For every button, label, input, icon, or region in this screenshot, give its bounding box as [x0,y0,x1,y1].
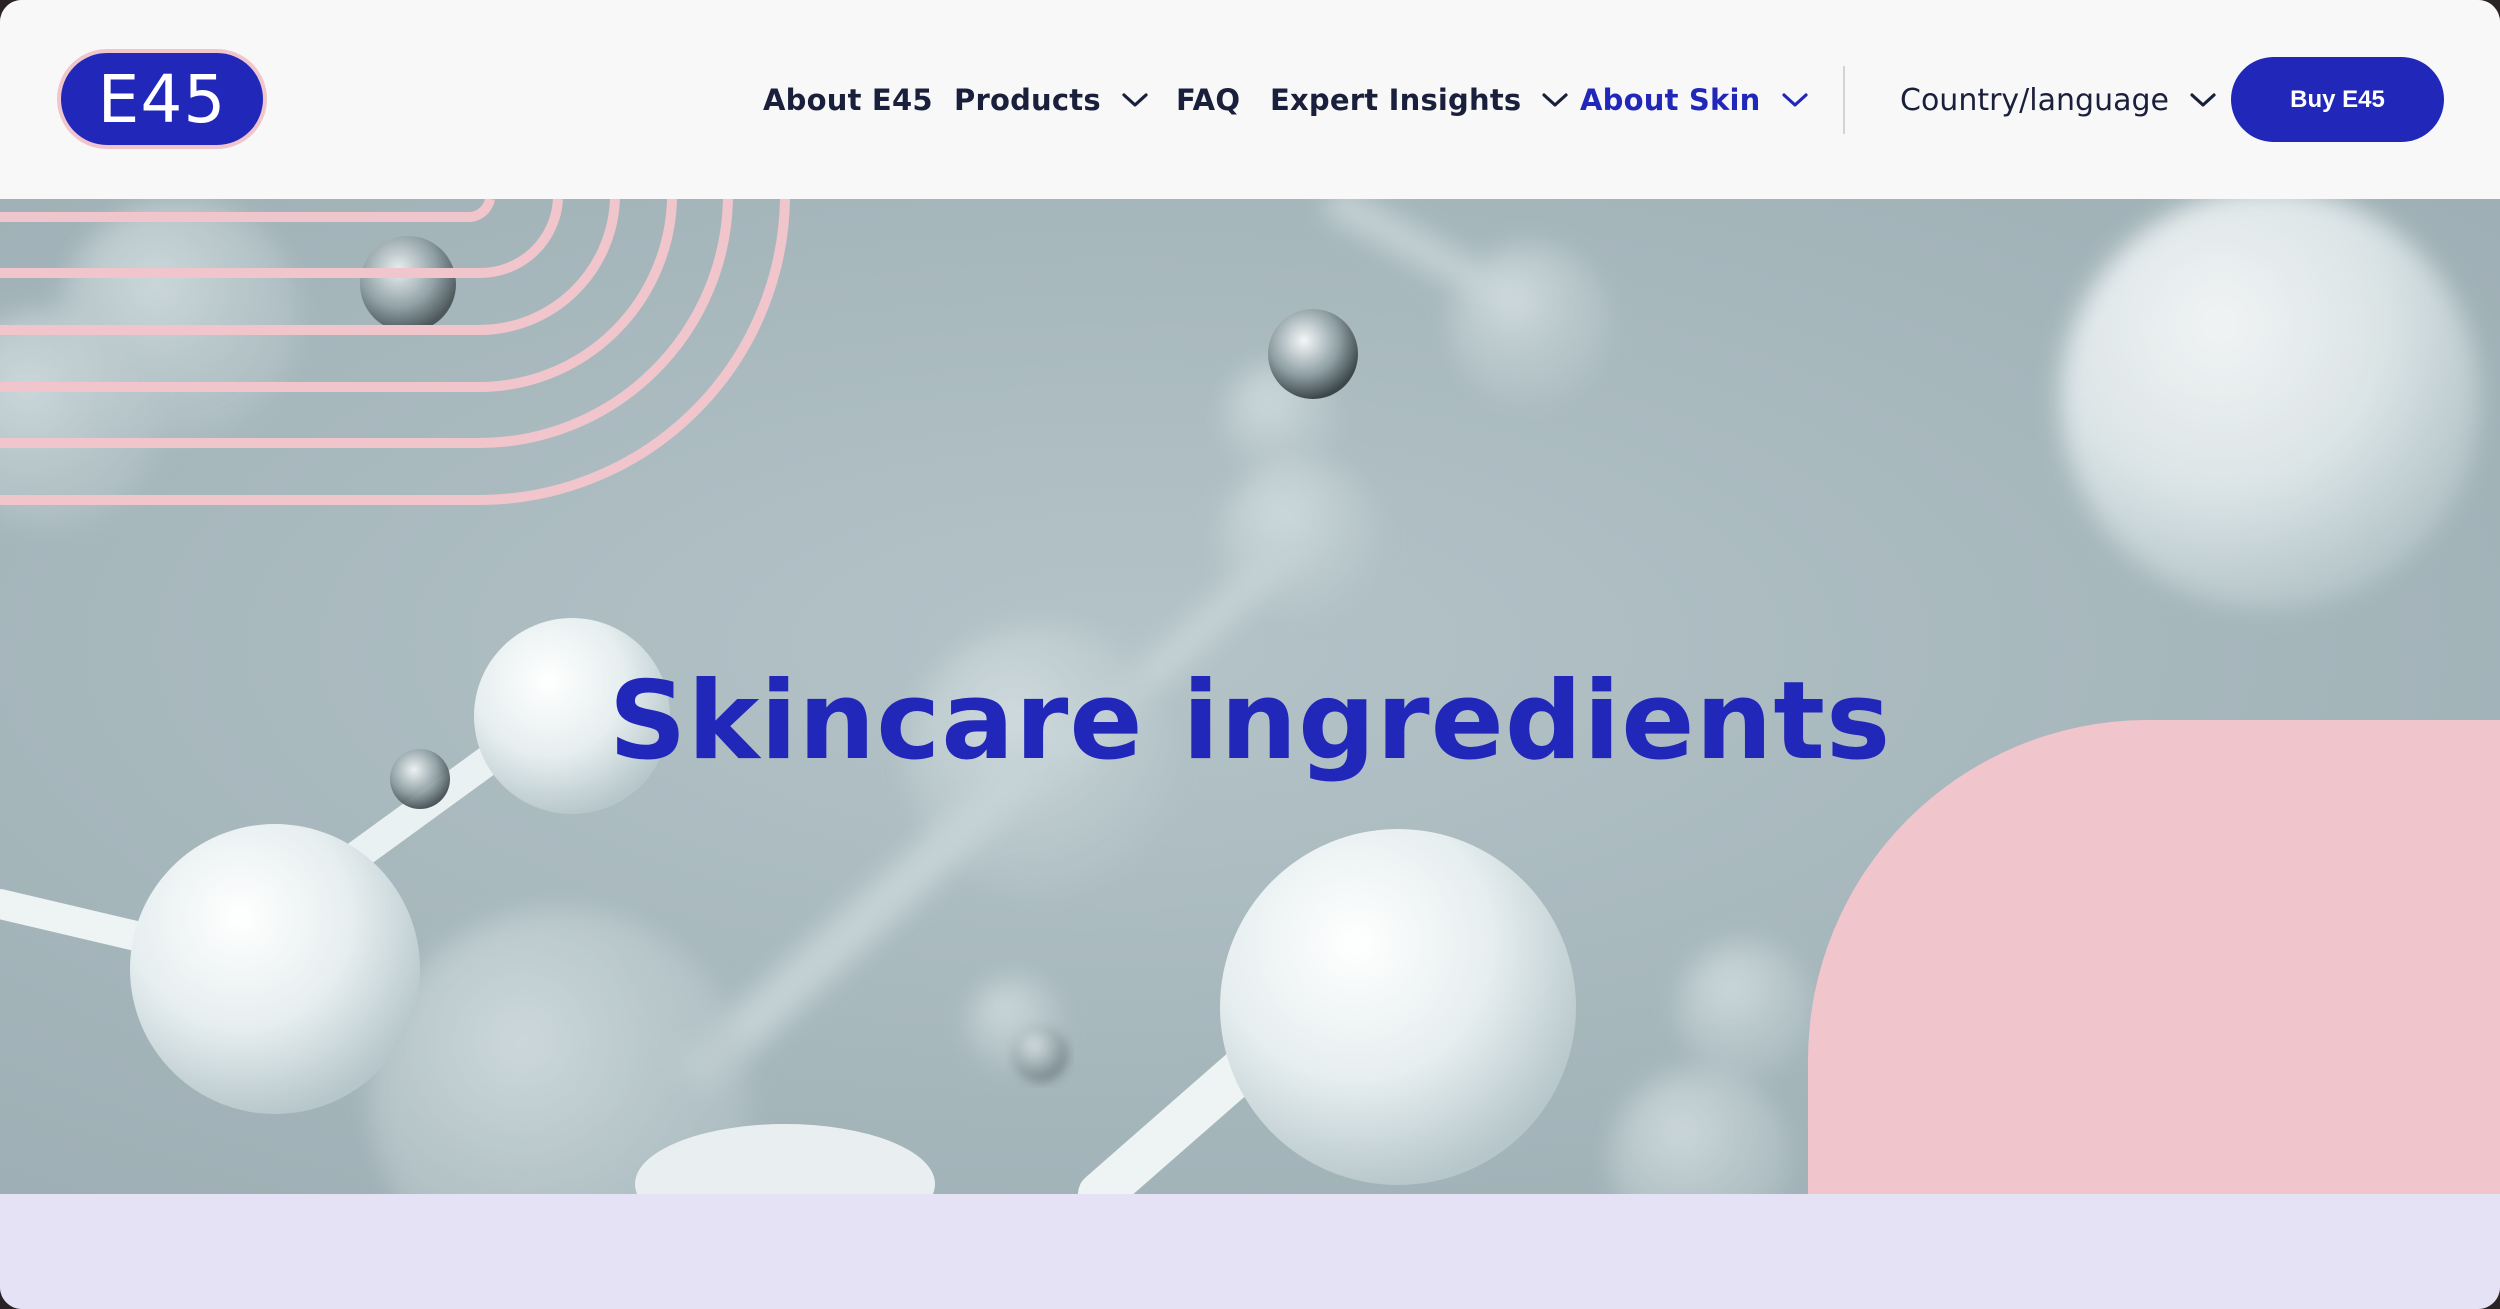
country-language-selector[interactable]: Country/language [1900,78,2217,122]
nav-about-e45-label: About E45 [763,83,933,117]
chevron-down-icon [1781,92,1809,108]
chevron-down-icon [1121,92,1149,108]
nav-about-skin-label: About Skin [1580,83,1761,117]
chevron-down-icon [1541,92,1569,108]
hero-banner: Skincare ingredients [0,199,2500,1194]
chevron-down-icon [2189,92,2217,108]
nav-expert-insights-label: Expert Insights [1270,83,1522,117]
hero-title: Skincare ingredients [608,659,1892,784]
site-header: E45 About E45 Products FAQ Expert Insigh… [0,0,2500,199]
nav-about-e45[interactable]: About E45 [763,78,933,122]
logo[interactable]: E45 [57,49,267,149]
nav-products-label: Products [954,83,1101,117]
content-section [0,1194,2500,1309]
nav-products[interactable]: Products [954,78,1149,122]
page: E45 About E45 Products FAQ Expert Insigh… [0,0,2500,1309]
nav-faq[interactable]: FAQ [1176,78,1240,122]
country-language-label: Country/language [1900,82,2169,118]
nav-expert-insights[interactable]: Expert Insights [1270,78,1569,122]
nav-about-skin[interactable]: About Skin [1580,78,1809,122]
buy-e45-button[interactable]: Buy E45 [2231,57,2444,142]
nav-faq-label: FAQ [1176,83,1241,117]
nav-divider [1843,66,1845,134]
